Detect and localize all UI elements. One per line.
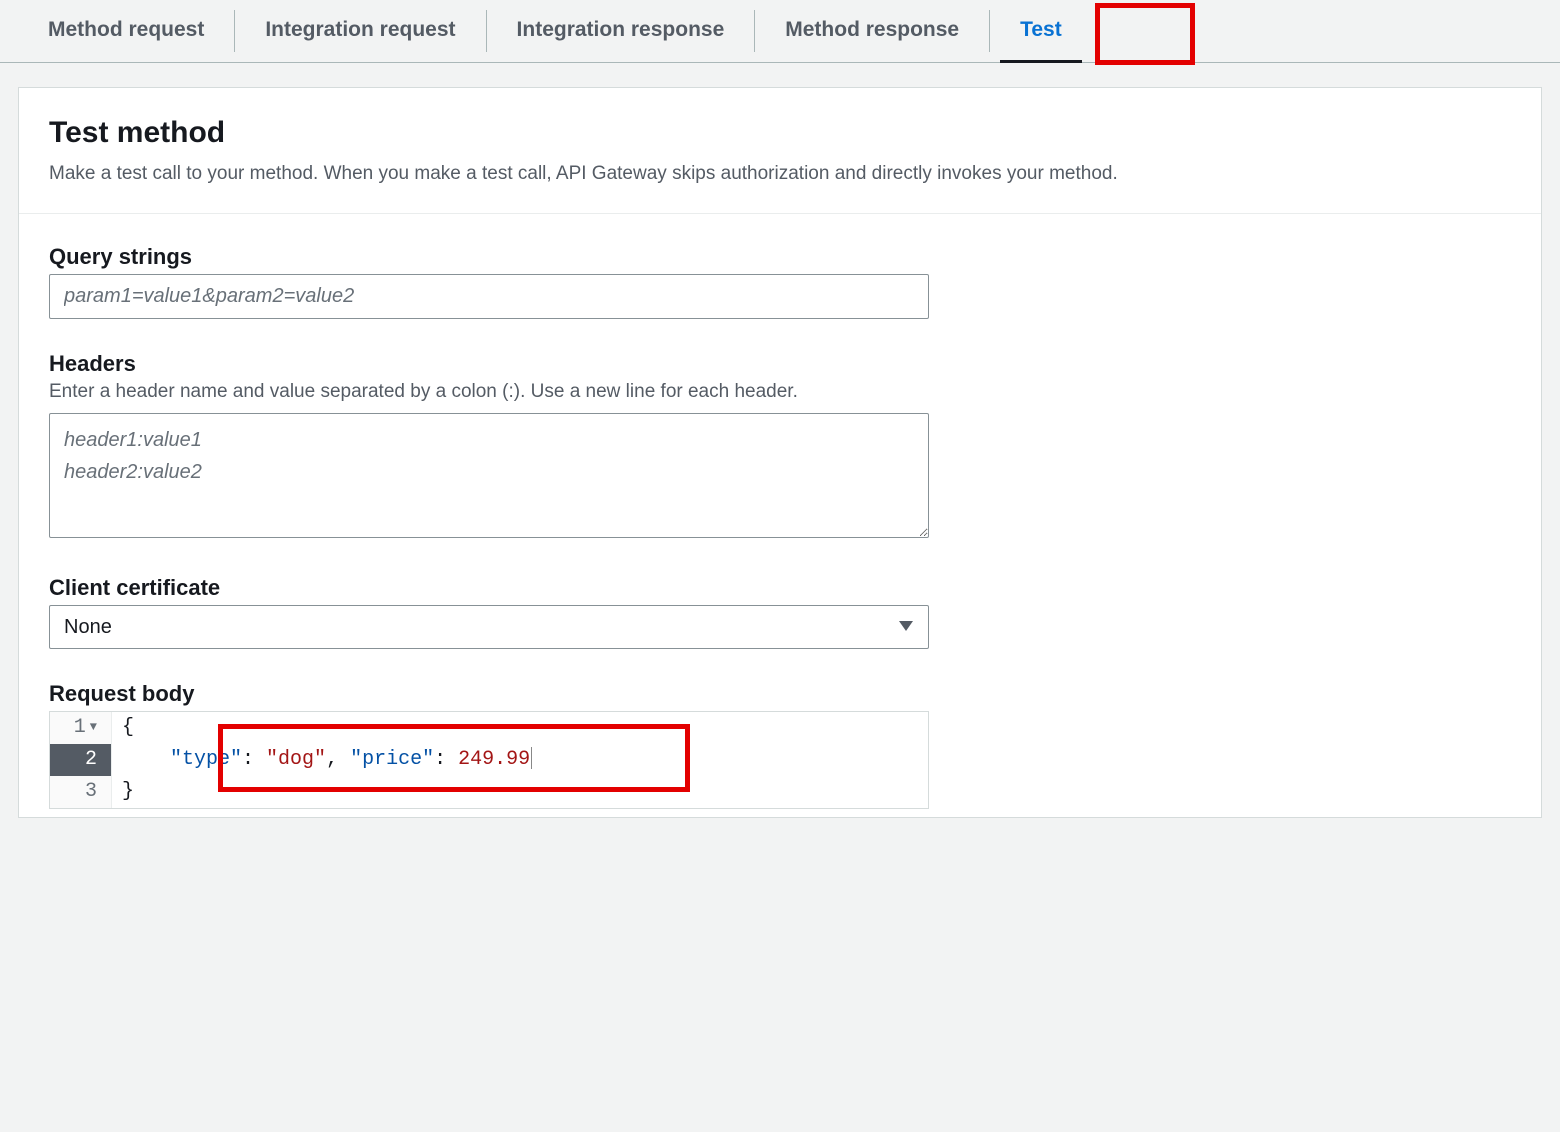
client-certificate-group: Client certificate None	[49, 575, 1511, 649]
code-line-2[interactable]: "type": "dog", "price": 249.99	[112, 744, 532, 776]
annotation-highlight	[1095, 3, 1195, 65]
page-description: Make a test call to your method. When yo…	[49, 160, 1511, 189]
request-body-editor[interactable]: 1▼ { 2 "type": "dog", "price": 249.99 3 …	[49, 711, 929, 809]
test-method-panel: Test method Make a test call to your met…	[18, 87, 1542, 818]
gutter-line-2: 2	[50, 744, 112, 776]
headers-hint: Enter a header name and value separated …	[49, 381, 1511, 403]
request-body-group: Request body 1▼ { 2 "type": "dog", "pric…	[49, 681, 1511, 809]
tab-method-request[interactable]: Method request	[18, 0, 234, 62]
tab-test[interactable]: Test	[990, 0, 1092, 62]
headers-group: Headers Enter a header name and value se…	[49, 351, 1511, 543]
query-strings-label: Query strings	[49, 244, 1511, 270]
cursor-caret	[531, 747, 532, 769]
headers-label: Headers	[49, 351, 1511, 377]
request-body-label: Request body	[49, 681, 1511, 707]
gutter-line-1: 1▼	[50, 712, 112, 744]
fold-marker-icon[interactable]: ▼	[90, 711, 97, 743]
query-strings-input[interactable]	[49, 274, 929, 319]
client-certificate-label: Client certificate	[49, 575, 1511, 601]
tab-integration-response[interactable]: Integration response	[487, 0, 755, 62]
panel-header: Test method Make a test call to your met…	[19, 88, 1541, 214]
code-line-1[interactable]: {	[112, 712, 134, 744]
panel-body: Query strings Headers Enter a header nam…	[19, 214, 1541, 817]
gutter-line-3: 3	[50, 776, 112, 808]
tab-method-response[interactable]: Method response	[755, 0, 989, 62]
headers-textarea[interactable]	[49, 413, 929, 538]
client-certificate-select[interactable]: None	[49, 605, 929, 649]
tabs-bar: Method request Integration request Integ…	[0, 0, 1560, 63]
tab-integration-request[interactable]: Integration request	[235, 0, 485, 62]
code-line-3[interactable]: }	[112, 776, 134, 808]
query-strings-group: Query strings	[49, 244, 1511, 319]
page-title: Test method	[49, 116, 1511, 150]
